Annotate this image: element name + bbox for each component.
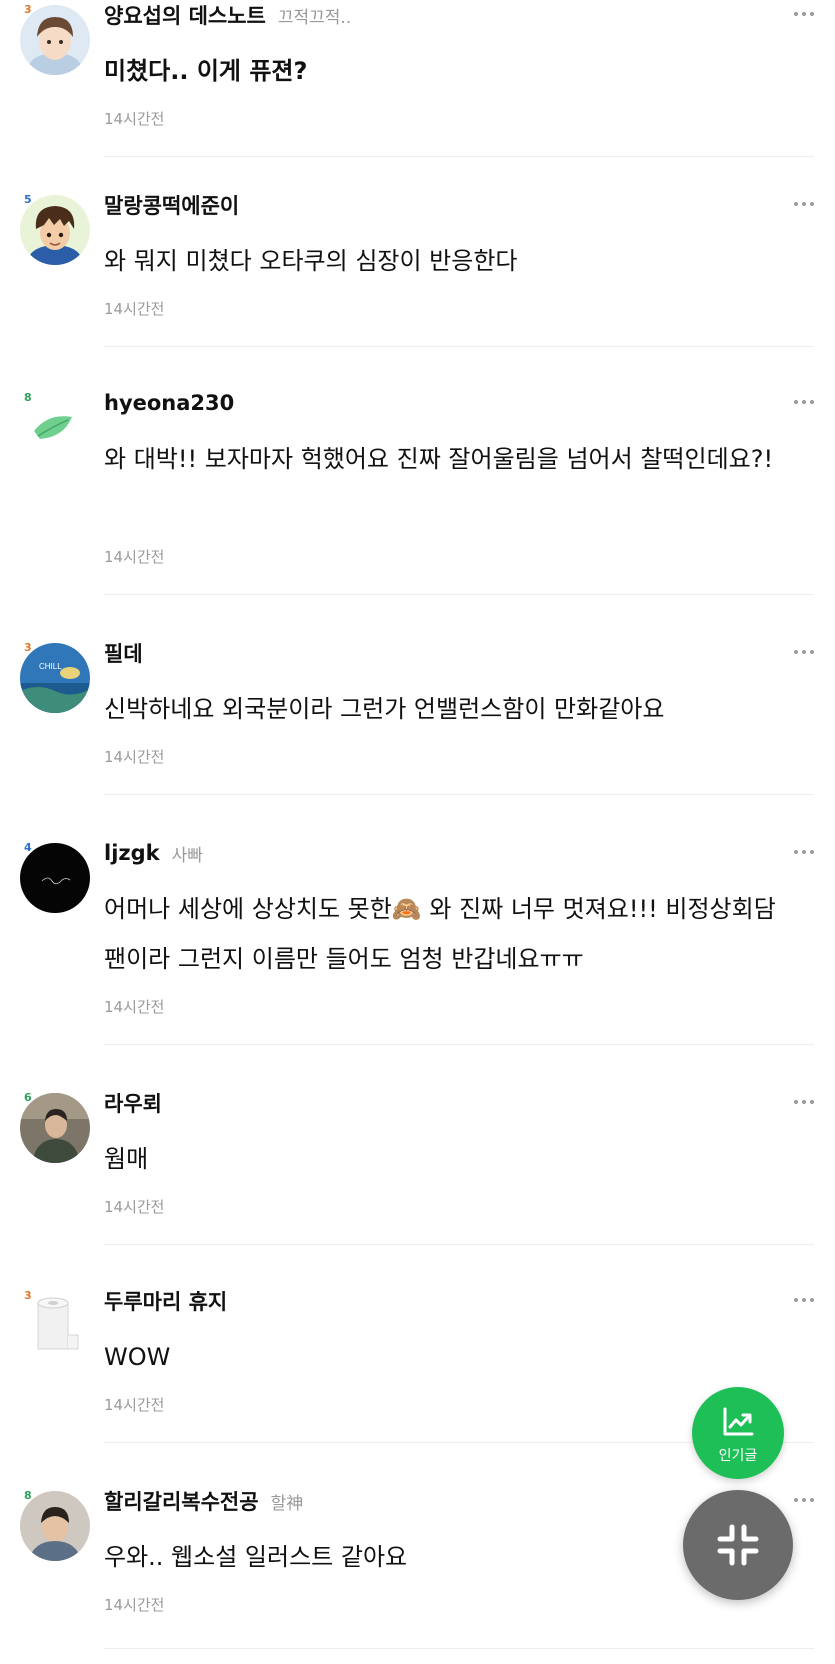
timestamp: 14시간전 — [104, 548, 165, 566]
timestamp: 14시간전 — [104, 110, 165, 128]
collapse-icon — [717, 1524, 759, 1566]
divider — [104, 594, 814, 595]
level-badge: 3 — [24, 3, 32, 16]
svg-text:CHILL: CHILL — [39, 662, 62, 671]
avatar[interactable]: 6 — [20, 1091, 90, 1163]
more-options-icon[interactable] — [790, 644, 818, 660]
level-badge: 8 — [24, 1489, 32, 1502]
nickname[interactable]: hyeona230 — [104, 391, 234, 415]
nickname[interactable]: ljzgk — [104, 841, 160, 865]
trending-chart-icon — [722, 1407, 754, 1441]
divider — [104, 1648, 814, 1649]
nickname-row: 양요섭의 데스노트 끄적끄적.. — [104, 0, 351, 30]
nickname[interactable]: 할리갈리복수전공 — [104, 1486, 259, 1516]
nickname-row: hyeona230 — [104, 388, 246, 418]
comment-text: 웜매 — [104, 1145, 149, 1173]
level-badge: 5 — [24, 193, 32, 206]
more-options-icon[interactable] — [790, 196, 818, 212]
timestamp: 14시간전 — [104, 1596, 165, 1614]
more-options-icon[interactable] — [790, 1492, 818, 1508]
nickname-row: 두루마리 휴지 — [104, 1286, 239, 1316]
divider — [104, 794, 814, 795]
nickname-row: 할리갈리복수전공 할神 — [104, 1486, 303, 1516]
timestamp: 14시간전 — [104, 1198, 165, 1216]
avatar[interactable]: 3 — [20, 1289, 90, 1361]
nickname-tag: 사빠 — [171, 845, 203, 866]
nickname[interactable]: 양요섭의 데스노트 — [104, 0, 266, 30]
more-options-icon[interactable] — [790, 6, 818, 22]
more-options-icon[interactable] — [790, 1094, 818, 1110]
divider — [104, 156, 814, 157]
comment-text: 미쳤다.. 이게 퓨젼? — [104, 57, 308, 85]
avatar[interactable]: CHILL 3 — [20, 641, 90, 713]
more-options-icon[interactable] — [790, 1292, 818, 1308]
avatar[interactable]: 8 — [20, 1489, 90, 1561]
nickname-row: 필데 — [104, 638, 155, 668]
timestamp: 14시간전 — [104, 300, 165, 318]
nickname-tag: 끄적끄적.. — [277, 7, 352, 28]
divider — [104, 346, 814, 347]
nickname-row: ljzgk 사빠 — [104, 838, 203, 868]
nickname-tag: 할神 — [270, 1493, 304, 1514]
level-badge: 4 — [24, 841, 32, 854]
level-badge: 6 — [24, 1091, 32, 1104]
comment-text: WOW — [104, 1343, 171, 1371]
divider — [104, 1244, 814, 1245]
nickname-row: 라우뢰 — [104, 1088, 174, 1118]
nickname[interactable]: 라우뢰 — [104, 1088, 162, 1118]
comment-text: 와 뭐지 미쳤다 오타쿠의 심장이 반응한다 — [104, 247, 518, 275]
avatar[interactable]: 4 — [20, 841, 90, 913]
avatar[interactable]: 5 — [20, 193, 90, 265]
popular-posts-button[interactable]: 인기글 — [692, 1387, 784, 1479]
more-options-icon[interactable] — [790, 844, 818, 860]
nickname[interactable]: 두루마리 휴지 — [104, 1286, 227, 1316]
divider — [104, 1044, 814, 1045]
popular-posts-label: 인기글 — [718, 1448, 758, 1464]
avatar[interactable]: 8 — [20, 391, 90, 463]
nickname-row: 말랑콩떡에준이 — [104, 190, 251, 220]
comment-text: 어머나 세상에 상상치도 못한🙈 와 진짜 너무 멋져요!!! 비정상회담 팬이… — [104, 895, 784, 973]
comment-text: 신박하네요 외국분이라 그런가 언밸런스함이 만화같아요 — [104, 695, 665, 723]
timestamp: 14시간전 — [104, 748, 165, 766]
timestamp: 14시간전 — [104, 998, 165, 1016]
timestamp: 14시간전 — [104, 1396, 165, 1414]
level-badge: 8 — [24, 391, 32, 404]
avatar[interactable]: 3 — [20, 3, 90, 75]
nickname[interactable]: 말랑콩떡에준이 — [104, 190, 239, 220]
level-badge: 3 — [24, 1289, 32, 1302]
nickname[interactable]: 필데 — [104, 638, 143, 668]
comment-text: 와 대박!! 보자마자 헉했어요 진짜 잘어울림을 넘어서 찰떡인데요?! — [104, 445, 774, 473]
more-options-icon[interactable] — [790, 394, 818, 410]
level-badge: 3 — [24, 641, 32, 654]
collapse-button[interactable] — [683, 1490, 793, 1600]
